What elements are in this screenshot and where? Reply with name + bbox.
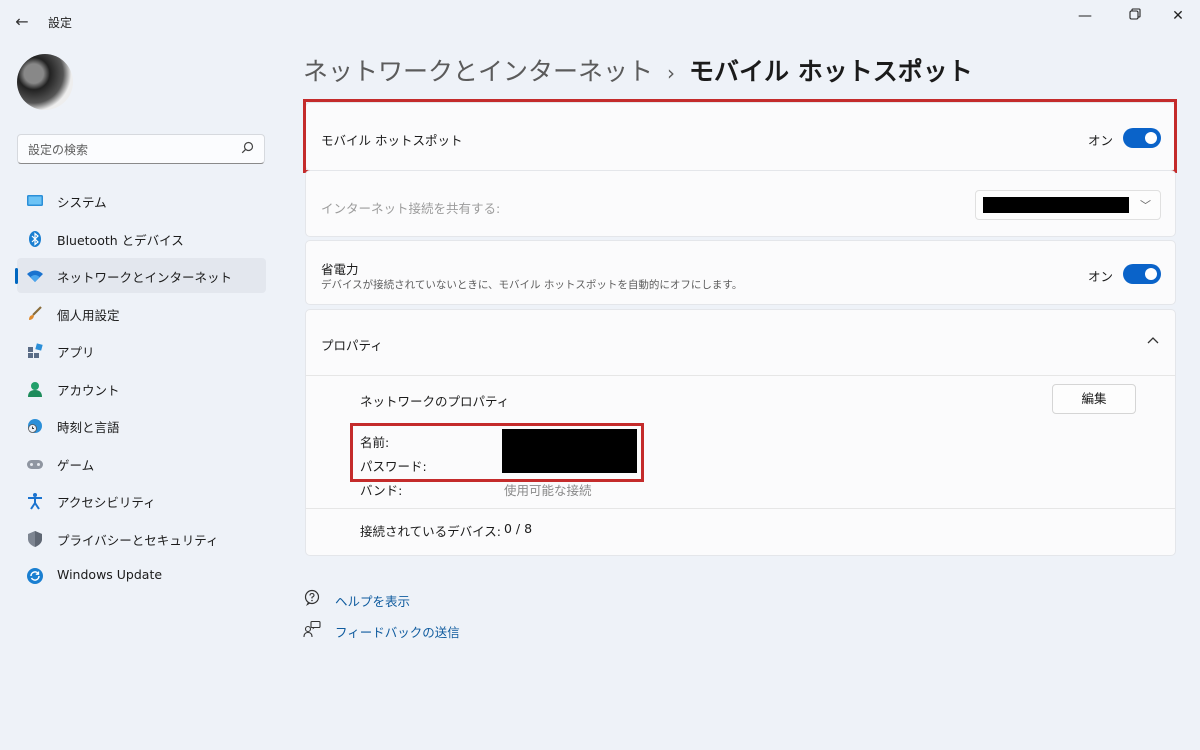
hotspot-toggle-group: オン — [1061, 128, 1161, 148]
sidebar-item-accessibility[interactable]: アクセシビリティ — [17, 483, 266, 518]
breadcrumb: ネットワークとインターネット › モバイル ホットスポット — [303, 52, 973, 88]
chevron-down-icon: ﹀ — [1140, 199, 1151, 212]
connected-devices-label: 接続されているデバイス: — [360, 524, 501, 539]
share-connection-card: インターネット接続を共有する: ﹀ — [305, 170, 1176, 237]
sidebar-item-personalization[interactable]: 個人用設定 — [17, 296, 266, 331]
sidebar-item-system[interactable]: システム — [17, 183, 266, 218]
sidebar-item-accounts[interactable]: アカウント — [17, 371, 266, 406]
share-connection-value-redacted — [983, 197, 1129, 213]
feedback-icon — [303, 620, 321, 638]
sidebar-item-label: ゲーム — [57, 457, 95, 473]
wifi-icon — [26, 267, 44, 285]
sidebar-item-label: Windows Update — [57, 567, 163, 582]
power-saving-description: デバイスが接続されていないときに、モバイル ホットスポットを自動的にオフにします… — [321, 279, 743, 291]
app-title: 設定 — [48, 16, 73, 30]
minimize-icon[interactable]: — — [1070, 6, 1100, 26]
shield-icon — [26, 530, 44, 548]
power-saving-toggle-group: オン — [1061, 264, 1161, 284]
sidebar-item-network[interactable]: ネットワークとインターネット — [15, 258, 266, 293]
power-saving-toggle-state: オン — [1087, 269, 1113, 284]
restore-icon[interactable] — [1120, 6, 1150, 26]
search-icon[interactable] — [241, 141, 254, 158]
hotspot-toggle-state: オン — [1087, 133, 1113, 148]
name-label: 名前: — [360, 435, 390, 450]
edit-button[interactable]: 編集 — [1052, 384, 1136, 414]
band-label: バンド: — [360, 483, 403, 498]
sidebar-item-label: 時刻と言語 — [57, 420, 120, 435]
sidebar-item-label: システム — [57, 195, 107, 210]
accessibility-icon — [26, 492, 44, 510]
sidebar-item-bluetooth[interactable]: Bluetooth とデバイス — [17, 221, 266, 256]
password-label: パスワード: — [360, 459, 427, 474]
chevron-up-icon[interactable] — [1147, 332, 1159, 348]
avatar[interactable] — [17, 54, 73, 110]
hotspot-card: モバイル ホットスポット オン — [305, 102, 1176, 171]
sidebar-item-label: アクセシビリティ — [57, 495, 156, 510]
sidebar-item-label: ネットワークとインターネット — [57, 270, 233, 285]
brush-icon — [26, 305, 44, 323]
sidebar-item-time-language[interactable]: 時刻と言語 — [17, 408, 266, 443]
power-saving-card: 省電力 デバイスが接続されていないときに、モバイル ホットスポットを自動的にオフ… — [305, 240, 1176, 305]
sidebar-item-label: アプリ — [57, 345, 95, 360]
credentials-redacted — [502, 429, 637, 473]
divider — [306, 508, 1175, 509]
properties-title: プロパティ — [321, 338, 383, 353]
sidebar-item-windows-update[interactable]: Windows Update — [17, 558, 266, 593]
power-saving-toggle[interactable] — [1123, 264, 1161, 284]
sidebar-item-label: アカウント — [57, 382, 120, 398]
properties-card: プロパティ ネットワークのプロパティ 編集 名前: パスワード: バンド: 使用… — [305, 309, 1176, 556]
bluetooth-icon — [26, 230, 44, 248]
gamepad-icon — [26, 455, 44, 473]
band-value: 使用可能な接続 — [504, 483, 592, 498]
feedback-link-text[interactable]: フィードバックの送信 — [335, 622, 460, 641]
sidebar-item-gaming[interactable]: ゲーム — [17, 446, 266, 481]
breadcrumb-separator: › — [667, 61, 676, 85]
back-arrow-icon[interactable]: ← — [12, 12, 32, 32]
help-icon — [303, 589, 321, 607]
toggle-knob — [1145, 268, 1157, 280]
power-saving-label: 省電力 — [321, 262, 359, 277]
sidebar-item-label: 個人用設定 — [57, 307, 120, 323]
properties-header[interactable]: プロパティ — [306, 310, 1175, 376]
breadcrumb-parent[interactable]: ネットワークとインターネット — [303, 57, 653, 86]
share-connection-label: インターネット接続を共有する: — [321, 201, 501, 216]
system-icon — [26, 192, 44, 210]
title-bar: ← 設定 — ✕ — [0, 0, 1200, 44]
search-input[interactable] — [26, 140, 230, 160]
connected-devices-value: 0 / 8 — [504, 521, 533, 536]
account-icon — [26, 380, 44, 398]
toggle-knob — [1145, 132, 1157, 144]
sidebar-item-label: プライバシーとセキュリティ — [57, 532, 219, 548]
share-connection-dropdown[interactable]: ﹀ — [975, 190, 1161, 220]
sidebar-item-apps[interactable]: アプリ — [17, 333, 266, 368]
sidebar-nav: システム Bluetooth とデバイス ネットワークとインターネット 個人用設… — [15, 183, 266, 596]
hotspot-label: モバイル ホットスポット — [321, 133, 463, 148]
hotspot-toggle[interactable] — [1123, 128, 1161, 148]
network-properties-label: ネットワークのプロパティ — [360, 394, 510, 409]
search-box[interactable] — [17, 134, 265, 164]
page-title: モバイル ホットスポット — [689, 57, 973, 86]
help-link-text[interactable]: ヘルプを表示 — [335, 591, 410, 610]
close-icon[interactable]: ✕ — [1163, 6, 1193, 26]
sidebar-item-privacy[interactable]: プライバシーとセキュリティ — [17, 521, 266, 556]
globe-clock-icon — [26, 417, 44, 435]
apps-icon — [26, 342, 44, 360]
update-icon — [26, 567, 44, 585]
sidebar-item-label: Bluetooth とデバイス — [57, 232, 184, 248]
